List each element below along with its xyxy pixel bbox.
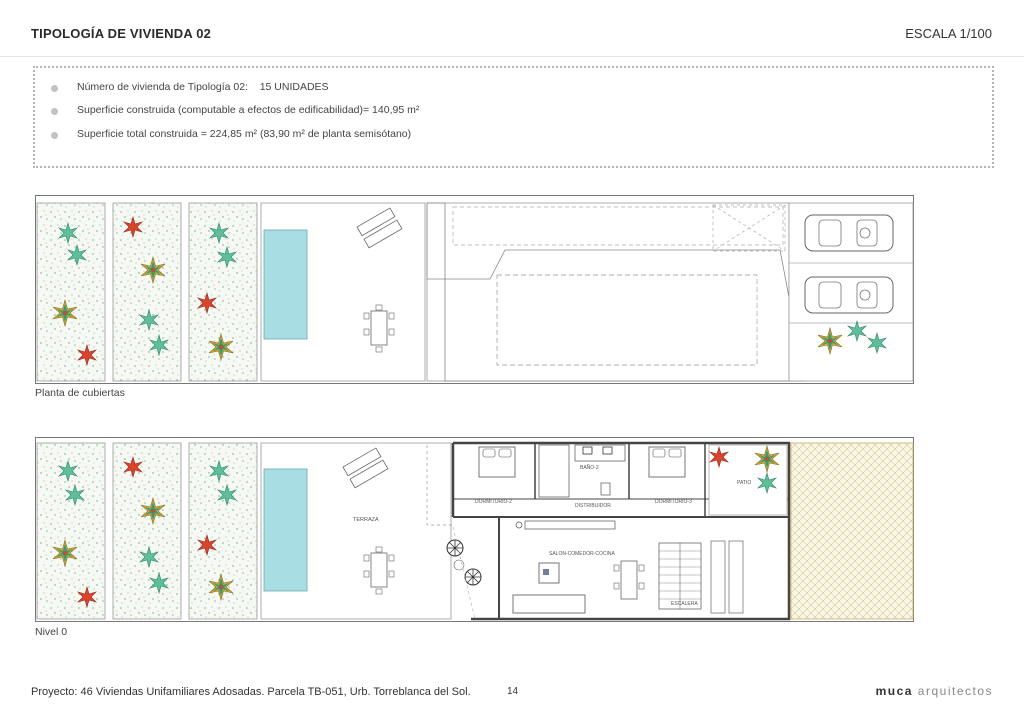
room-label-dormitorio3: DORMITORIO-3 <box>655 499 692 505</box>
bullet-icon <box>51 132 58 139</box>
room-label-escalera: ESCALERA <box>671 601 698 607</box>
roof-plan-caption: Planta de cubiertas <box>35 387 125 399</box>
bed-icon <box>478 446 516 478</box>
scale-label: ESCALA 1/100 <box>905 26 992 41</box>
info-line-computable: Superficie construida (computable a efec… <box>77 104 420 116</box>
project-label: Proyecto: 46 Viviendas Unifamiliares Ado… <box>31 686 471 698</box>
pool <box>263 229 308 340</box>
garden-strip <box>112 202 182 382</box>
ground-floor-plan: TERRAZA DORMITORIO-2 BAÑO-2 DISTRIBUIDOR <box>35 437 914 622</box>
stair-icon <box>658 542 702 610</box>
info-line-units: Número de vivienda de Tipología 02: 15 U… <box>77 81 329 93</box>
info-box: Número de vivienda de Tipología 02: 15 U… <box>33 66 994 168</box>
pool <box>263 468 308 592</box>
parking-area <box>790 442 914 620</box>
car-icon <box>804 214 894 252</box>
page-title: TIPOLOGÍA DE VIVIENDA 02 <box>31 26 212 41</box>
info-line-total: Superficie total construida = 224,85 m² … <box>77 128 412 140</box>
page-header: TIPOLOGÍA DE VIVIENDA 02 ESCALA 1/100 <box>0 0 1024 57</box>
room-label-bano2: BAÑO-2 <box>580 464 599 471</box>
room-label-patio: PATIO <box>737 480 751 486</box>
room-label-distribuidor: DISTRIBUIDOR <box>575 503 611 509</box>
ground-plan-caption: Nivel 0 <box>35 626 68 638</box>
bed-icon <box>648 446 686 478</box>
bullet-icon <box>51 85 58 92</box>
page-number: 14 <box>507 686 519 697</box>
bullet-icon <box>51 108 58 115</box>
garden-strip <box>112 442 182 620</box>
table-icon <box>613 560 645 600</box>
car-icon <box>804 276 894 314</box>
spiral-stair-icon <box>446 539 482 586</box>
brand-logo: muca arquitectos <box>875 684 993 698</box>
roof-plan <box>35 195 914 384</box>
room-label-salon: SALON-COMEDOR-COCINA <box>549 551 616 557</box>
room-label-terraza: TERRAZA <box>353 517 379 523</box>
room-label-dormitorio2: DORMITORIO-2 <box>475 499 512 505</box>
